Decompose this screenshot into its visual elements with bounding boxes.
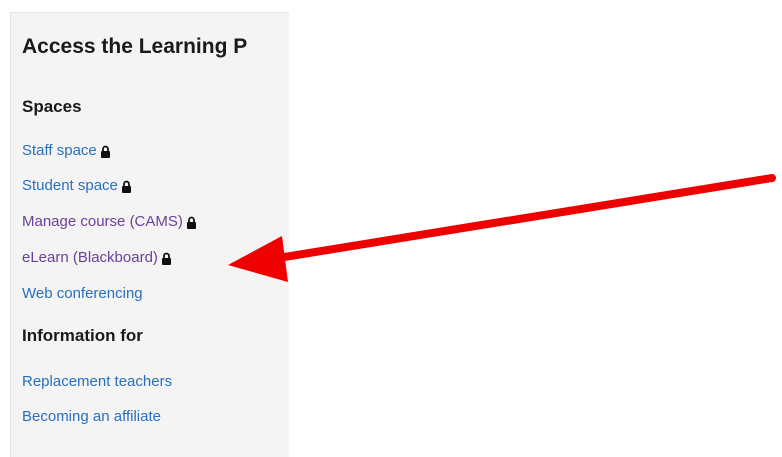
staff-space-link[interactable]: Staff space xyxy=(22,141,97,161)
link-row-staff-space[interactable]: Staff space xyxy=(22,141,111,161)
panel-title: Access the Learning P xyxy=(22,35,248,58)
link-row-elearn[interactable]: eLearn (Blackboard) xyxy=(22,248,172,268)
web-conferencing-link[interactable]: Web conferencing xyxy=(22,284,143,304)
link-row-replacement-teachers[interactable]: Replacement teachers xyxy=(22,372,172,392)
link-row-manage-course[interactable]: Manage course (CAMS) xyxy=(22,212,197,232)
page: Access the Learning P Spaces Staff space… xyxy=(0,0,782,457)
section-heading-spaces: Spaces xyxy=(22,97,82,116)
link-row-web-conferencing[interactable]: Web conferencing xyxy=(22,284,143,304)
becoming-affiliate-link[interactable]: Becoming an affiliate xyxy=(22,407,161,427)
section-heading-information-for: Information for xyxy=(22,326,143,345)
lock-icon xyxy=(100,145,110,158)
lock-icon xyxy=(161,252,171,265)
replacement-teachers-link[interactable]: Replacement teachers xyxy=(22,372,172,392)
lock-icon xyxy=(186,216,196,229)
lock-icon xyxy=(121,180,131,193)
elearn-blackboard-link[interactable]: eLearn (Blackboard) xyxy=(22,248,158,268)
link-row-student-space[interactable]: Student space xyxy=(22,176,132,196)
student-space-link[interactable]: Student space xyxy=(22,176,118,196)
link-row-becoming-affiliate[interactable]: Becoming an affiliate xyxy=(22,407,161,427)
manage-course-link[interactable]: Manage course (CAMS) xyxy=(22,212,183,232)
